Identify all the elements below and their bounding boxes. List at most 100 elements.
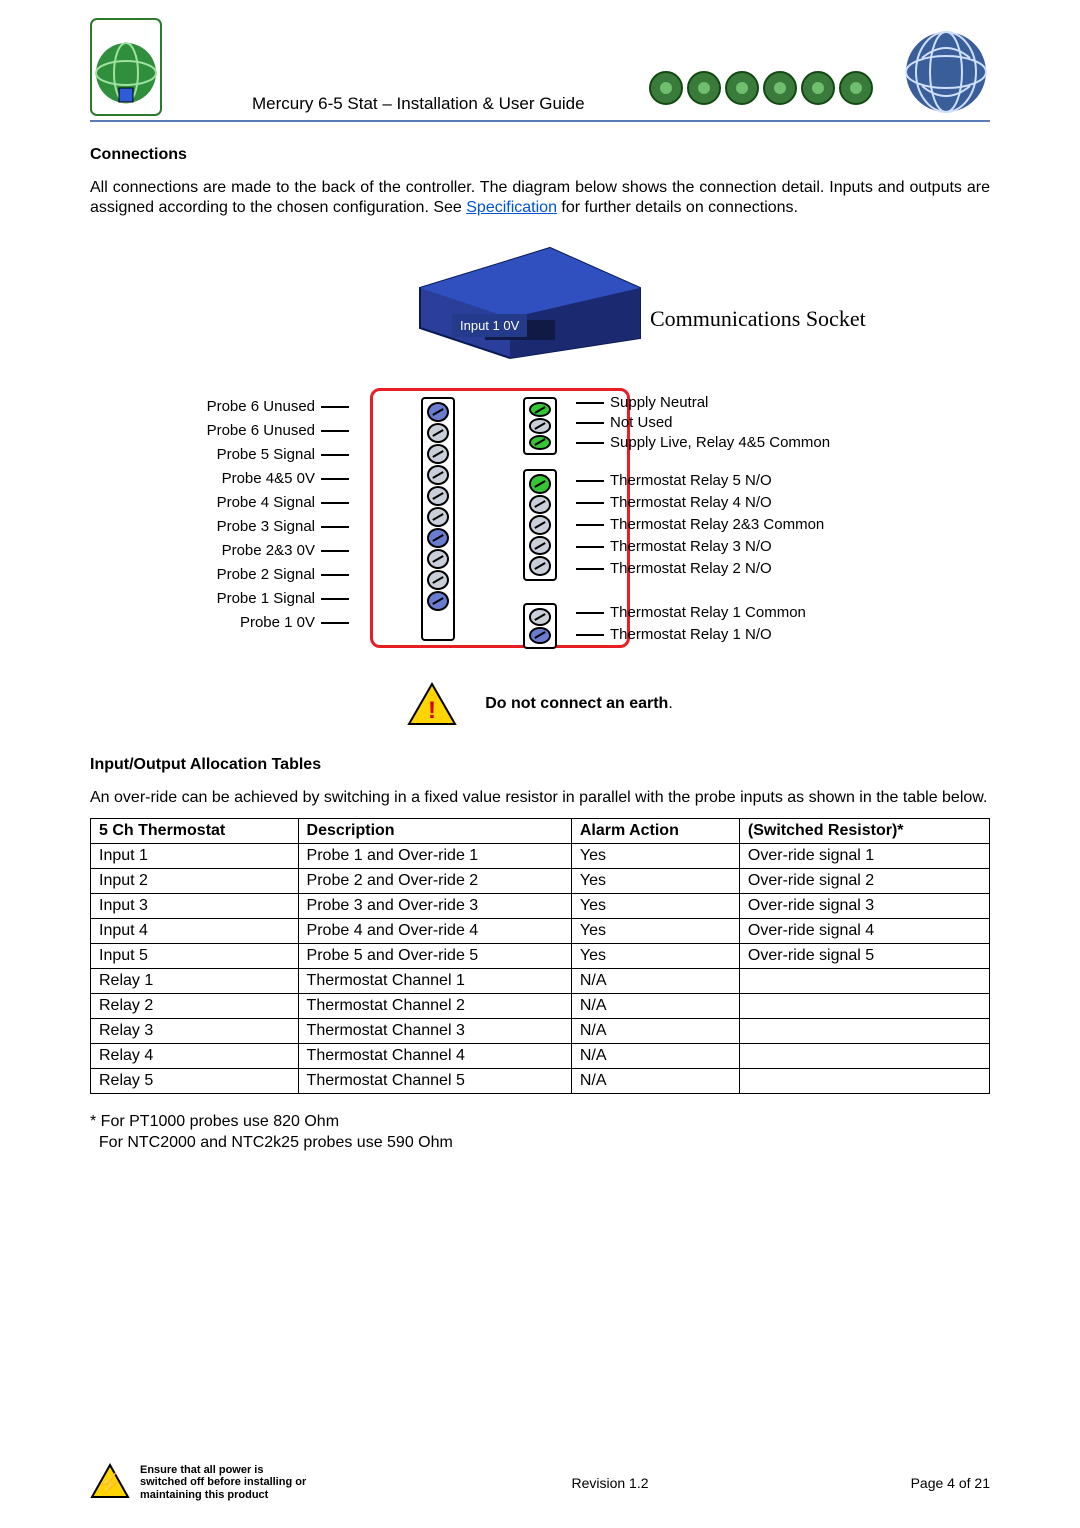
earth-warning-text: Do not connect an earth.: [485, 695, 673, 713]
table-cell: Thermostat Channel 4: [298, 1044, 571, 1069]
table-row: Relay 2Thermostat Channel 2N/A: [91, 994, 990, 1019]
table-cell: N/A: [571, 994, 739, 1019]
label-probe3-signal: Probe 3 Signal: [160, 518, 355, 535]
table-cell: [739, 969, 989, 994]
connections-text-after: for further details on connections.: [557, 199, 798, 216]
table-row: Relay 5Thermostat Channel 5N/A: [91, 1069, 990, 1094]
table-cell: Yes: [571, 894, 739, 919]
table-row: Relay 4Thermostat Channel 4N/A: [91, 1044, 990, 1069]
table-cell: Yes: [571, 844, 739, 869]
table-cell: Relay 2: [91, 994, 299, 1019]
table-cell: Yes: [571, 944, 739, 969]
label-probe6-unused-a: Probe 6 Unused: [160, 398, 355, 415]
right-terminal-column-1: [523, 397, 557, 455]
table-row: Input 4Probe 4 and Over-ride 4YesOver-ri…: [91, 919, 990, 944]
resistor-footnote: * For PT1000 probes use 820 Ohm For NTC2…: [90, 1112, 990, 1154]
table-cell: Relay 5: [91, 1069, 299, 1094]
th-channel: 5 Ch Thermostat: [91, 819, 299, 844]
table-cell: Input 5: [91, 944, 299, 969]
table-cell: Thermostat Channel 2: [298, 994, 571, 1019]
label-not-used: Not Used: [570, 414, 673, 431]
table-cell: Probe 4 and Over-ride 4: [298, 919, 571, 944]
th-alarm: Alarm Action: [571, 819, 739, 844]
io-paragraph: An over-ride can be achieved by switchin…: [90, 788, 990, 808]
table-row: Input 3Probe 3 and Over-ride 3YesOver-ri…: [91, 894, 990, 919]
table-cell: Thermostat Channel 3: [298, 1019, 571, 1044]
label-probe45-0v: Probe 4&5 0V: [160, 470, 355, 487]
earth-warning-row: ! Do not connect an earth.: [90, 682, 990, 726]
table-row: Input 2Probe 2 and Over-ride 2YesOver-ri…: [91, 869, 990, 894]
globe-logo-right-icon: [902, 28, 990, 116]
label-relay1-no: Thermostat Relay 1 N/O: [570, 626, 772, 643]
io-heading: Input/Output Allocation Tables: [90, 756, 990, 774]
table-cell: Relay 1: [91, 969, 299, 994]
globe-logo-left-icon: [90, 18, 162, 116]
label-relay1-common: Thermostat Relay 1 Common: [570, 604, 806, 621]
table-cell: Over-ride signal 3: [739, 894, 989, 919]
footnote-line-1: * For PT1000 probes use 820 Ohm: [90, 1112, 990, 1133]
label-relay3: Thermostat Relay 3 N/O: [570, 538, 772, 555]
label-supply-neutral: Supply Neutral: [570, 394, 708, 411]
table-cell: [739, 1044, 989, 1069]
label-probe1-signal: Probe 1 Signal: [160, 590, 355, 607]
left-terminal-column: [421, 397, 455, 641]
table-cell: N/A: [571, 1044, 739, 1069]
footnote-line-2: For NTC2000 and NTC2k25 probes use 590 O…: [90, 1133, 990, 1154]
svg-text:⚡: ⚡: [98, 1471, 123, 1495]
table-cell: Over-ride signal 1: [739, 844, 989, 869]
table-cell: Yes: [571, 919, 739, 944]
table-cell: N/A: [571, 969, 739, 994]
right-terminal-column-3: [523, 603, 557, 649]
footer-warning-text: Ensure that all power is switched off be…: [140, 1464, 310, 1502]
footer-warning: ⚡ Ensure that all power is switched off …: [90, 1463, 390, 1502]
table-cell: Input 4: [91, 919, 299, 944]
table-row: Relay 3Thermostat Channel 3N/A: [91, 1019, 990, 1044]
table-cell: Relay 3: [91, 1019, 299, 1044]
table-row: Input 5Probe 5 and Over-ride 5YesOver-ri…: [91, 944, 990, 969]
table-cell: Over-ride signal 5: [739, 944, 989, 969]
specification-link[interactable]: Specification: [466, 199, 557, 216]
label-probe5-signal: Probe 5 Signal: [160, 446, 355, 463]
table-cell: Thermostat Channel 5: [298, 1069, 571, 1094]
input-1-0v-tag: Input 1 0V: [452, 314, 527, 337]
connections-diagram: Input 1 0V Communications Socket Probe 6…: [170, 228, 910, 668]
table-cell: N/A: [571, 1069, 739, 1094]
label-probe23-0v: Probe 2&3 0V: [160, 542, 355, 559]
label-relay4: Thermostat Relay 4 N/O: [570, 494, 772, 511]
table-row: Input 1Probe 1 and Over-ride 1YesOver-ri…: [91, 844, 990, 869]
table-cell: Input 1: [91, 844, 299, 869]
table-cell: Probe 1 and Over-ride 1: [298, 844, 571, 869]
connections-paragraph: All connections are made to the back of …: [90, 178, 990, 218]
footer-revision: Revision 1.2: [390, 1475, 830, 1491]
label-probe6-unused-b: Probe 6 Unused: [160, 422, 355, 439]
right-terminal-column-2: [523, 469, 557, 581]
table-cell: Probe 3 and Over-ride 3: [298, 894, 571, 919]
connections-heading: Connections: [90, 146, 990, 164]
communications-socket-label: Communications Socket: [650, 306, 866, 332]
io-allocation-table: 5 Ch Thermostat Description Alarm Action…: [90, 818, 990, 1094]
label-supply-live: Supply Live, Relay 4&5 Common: [570, 434, 830, 451]
label-relay23-common: Thermostat Relay 2&3 Common: [570, 516, 824, 533]
th-description: Description: [298, 819, 571, 844]
label-probe1-0v: Probe 1 0V: [160, 614, 355, 631]
device-3d-icon: [390, 228, 650, 372]
footer-page-number: Page 4 of 21: [830, 1475, 990, 1491]
label-probe2-signal: Probe 2 Signal: [160, 566, 355, 583]
warning-triangle-icon: !: [407, 682, 457, 726]
page-header: Mercury 6-5 Stat – Installation & User G…: [90, 18, 990, 122]
label-relay2: Thermostat Relay 2 N/O: [570, 560, 772, 577]
table-cell: [739, 1069, 989, 1094]
table-cell: Probe 5 and Over-ride 5: [298, 944, 571, 969]
footer-warning-triangle-icon: ⚡: [90, 1463, 130, 1502]
table-cell: Thermostat Channel 1: [298, 969, 571, 994]
table-cell: Input 3: [91, 894, 299, 919]
table-header-row: 5 Ch Thermostat Description Alarm Action…: [91, 819, 990, 844]
table-cell: [739, 994, 989, 1019]
table-cell: [739, 1019, 989, 1044]
table-cell: Over-ride signal 4: [739, 919, 989, 944]
chain-icon: [646, 60, 876, 116]
page-footer: ⚡ Ensure that all power is switched off …: [90, 1463, 990, 1502]
label-probe4-signal: Probe 4 Signal: [160, 494, 355, 511]
table-cell: Over-ride signal 2: [739, 869, 989, 894]
table-cell: Probe 2 and Over-ride 2: [298, 869, 571, 894]
